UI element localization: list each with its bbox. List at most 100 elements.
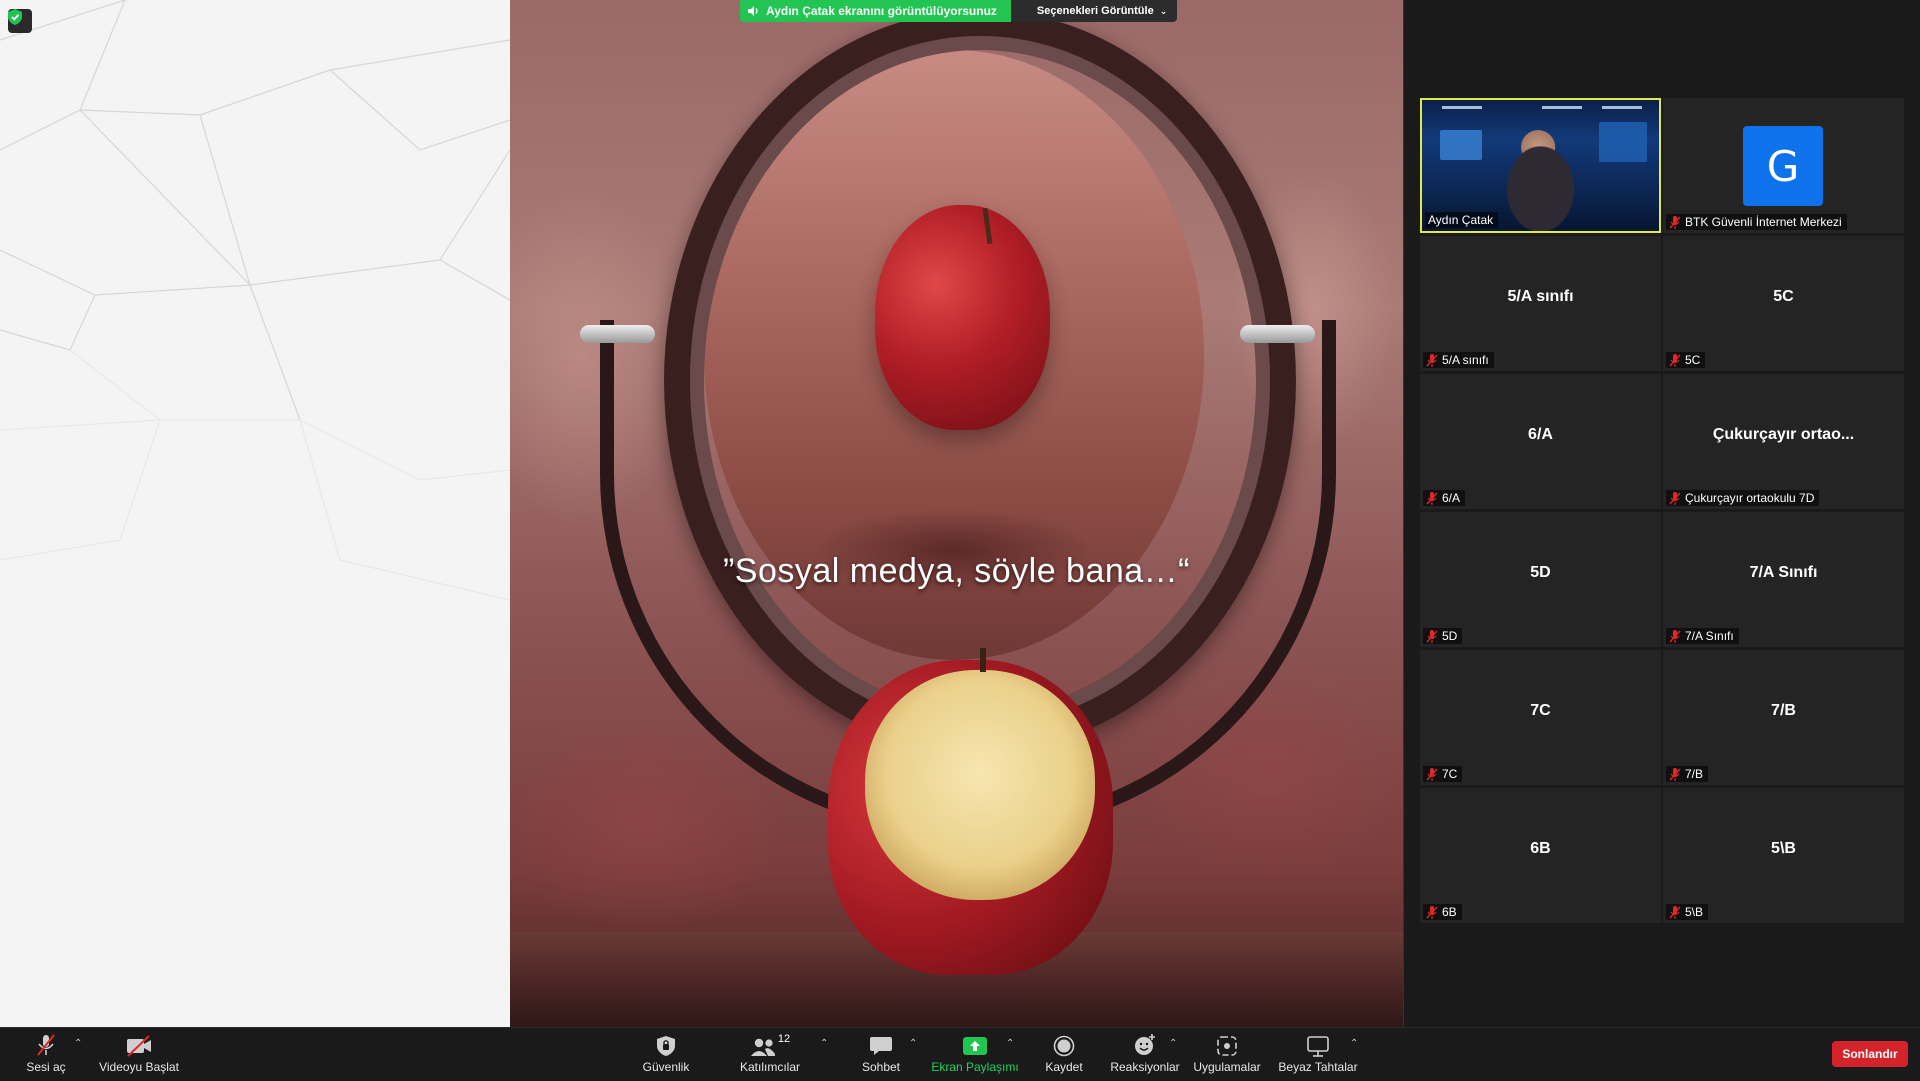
participant-nameplate: 5\B: [1666, 904, 1709, 920]
mic-muted-icon: [1669, 905, 1681, 919]
participant-name: Çukurçayır ortaokulu 7D: [1685, 491, 1815, 505]
encryption-shield-icon[interactable]: [8, 9, 32, 33]
meeting-toolbar: Sesi aç ⌃ Videoyu Başlat Güvenlik 12 Kat…: [0, 1027, 1920, 1081]
share-status: Aydın Çatak ekranını görüntülüyorsunuz: [740, 0, 1011, 22]
shield-icon: [657, 1036, 675, 1056]
mic-muted-icon: [1426, 353, 1438, 367]
participant-nameplate: 5C: [1666, 352, 1706, 368]
participant-name: 5/A sınıfı: [1442, 353, 1489, 367]
record-icon: [1053, 1035, 1075, 1057]
mirror-stand-arm-left: [580, 325, 655, 343]
participant-name: 5D: [1442, 629, 1458, 643]
participants-button[interactable]: 12 Katılımcılar: [724, 1033, 816, 1074]
participant-nameplate: 7/B: [1666, 766, 1709, 782]
shared-screen-view: ”Sosyal medya, söyle bana…“: [510, 0, 1403, 1027]
share-options-caret[interactable]: ⌃: [1006, 1038, 1014, 1049]
mic-muted-icon: [1669, 767, 1681, 781]
end-meeting-button[interactable]: Sonlandır: [1832, 1041, 1908, 1067]
participant-tile[interactable]: 7C 7C: [1420, 650, 1661, 785]
participant-tile[interactable]: 5C 5C: [1663, 236, 1904, 371]
mirror-stand-arm-right: [1240, 325, 1315, 343]
participant-name: 6B: [1442, 905, 1457, 919]
participant-tile[interactable]: 5D 5D: [1420, 512, 1661, 647]
participant-name: 5C: [1685, 353, 1701, 367]
participant-tile[interactable]: Çukurçayır ortao... Çukurçayır ortaokulu…: [1663, 374, 1904, 509]
record-button[interactable]: Kaydet: [1018, 1033, 1110, 1074]
apple-bite-flesh: [865, 670, 1095, 900]
chevron-down-icon: ⌄: [1159, 5, 1168, 16]
mic-muted-icon: [1669, 491, 1681, 505]
mic-muted-icon: [1426, 767, 1438, 781]
whiteboards-label: Beyaz Tahtalar: [1278, 1060, 1358, 1074]
chat-label: Sohbet: [861, 1060, 901, 1074]
participant-tile[interactable]: 7/A Sınıfı 7/A Sınıfı: [1663, 512, 1904, 647]
participant-name: Aydın Çatak: [1428, 213, 1494, 227]
decorative-lines: [0, 0, 510, 601]
view-options-button[interactable]: Seçenekleri Görüntüle ⌄: [1010, 0, 1178, 22]
participants-options-caret[interactable]: ⌃: [820, 1038, 828, 1049]
participant-name: 7/B: [1685, 767, 1704, 781]
participant-nameplate: 5/A sınıfı: [1423, 352, 1494, 368]
unmute-label: Sesi aç: [26, 1060, 66, 1074]
slide-quote: ”Sosyal medya, söyle bana…“: [722, 552, 1191, 590]
participant-display-name: 6/A: [1528, 426, 1553, 443]
participant-nameplate: BTK Güvenli İnternet Merkezi: [1666, 214, 1847, 230]
speaker-icon: [748, 6, 758, 16]
mic-muted-icon: [1669, 215, 1681, 229]
participant-display-name: 7/B: [1771, 702, 1796, 719]
participant-tile[interactable]: G BTK Güvenli İnternet Merkezi: [1663, 98, 1904, 233]
security-button[interactable]: Güvenlik: [620, 1033, 712, 1074]
share-screen-icon: [963, 1037, 987, 1055]
mic-muted-icon: [1669, 629, 1681, 643]
apple-reflection-image: [875, 205, 1050, 430]
participant-nameplate: Çukurçayır ortaokulu 7D: [1666, 490, 1820, 506]
security-label: Güvenlik: [642, 1060, 690, 1074]
participant-nameplate: 6/A: [1423, 490, 1466, 506]
participant-nameplate: 7C: [1423, 766, 1463, 782]
participants-icon: [750, 1038, 775, 1056]
participant-tile[interactable]: 5\B 5\B: [1663, 788, 1904, 923]
participant-name: 7C: [1442, 767, 1458, 781]
view-options-label: Seçenekleri Görüntüle: [1036, 5, 1154, 17]
audio-options-caret[interactable]: ⌃: [74, 1038, 82, 1049]
apps-icon: [1217, 1036, 1237, 1056]
reactions-icon: [1135, 1034, 1155, 1055]
mic-muted-icon: [1426, 629, 1438, 643]
participant-name: 6/A: [1442, 491, 1461, 505]
participant-tile[interactable]: Aydın Çatak: [1420, 98, 1661, 233]
participant-avatar: G: [1743, 126, 1823, 206]
reactions-label: Reaksiyonlar: [1110, 1060, 1180, 1074]
participants-label: Katılımcılar: [739, 1060, 800, 1074]
mic-muted-icon: [1426, 491, 1438, 505]
participant-display-name: 5D: [1530, 564, 1551, 581]
start-video-button[interactable]: Videoyu Başlat: [93, 1033, 185, 1074]
share-status-text: Aydın Çatak ekranını görüntülüyorsunuz: [766, 4, 997, 18]
apps-button[interactable]: Uygulamalar: [1181, 1033, 1273, 1074]
participant-tile[interactable]: 6B 6B: [1420, 788, 1661, 923]
participant-name: BTK Güvenli İnternet Merkezi: [1685, 215, 1842, 229]
participant-name: 5\B: [1685, 905, 1704, 919]
participant-display-name: 7/A Sınıfı: [1749, 564, 1818, 581]
record-label: Kaydet: [1045, 1060, 1083, 1074]
mic-muted-icon: [37, 1034, 55, 1056]
chat-options-caret[interactable]: ⌃: [909, 1038, 917, 1049]
participant-display-name: Çukurçayır ortao...: [1712, 426, 1855, 443]
participant-display-name: 6B: [1530, 840, 1551, 857]
participant-tile[interactable]: 5/A sınıfı 5/A sınıfı: [1420, 236, 1661, 371]
whiteboards-options-caret[interactable]: ⌃: [1350, 1038, 1358, 1049]
participants-count: 12: [777, 1033, 791, 1045]
participant-tile[interactable]: 7/B 7/B: [1663, 650, 1904, 785]
participant-tile[interactable]: 6/A 6/A: [1420, 374, 1661, 509]
participant-display-name: 5\B: [1771, 840, 1796, 857]
screen-share-banner: Aydın Çatak ekranını görüntülüyorsunuz S…: [740, 0, 1178, 22]
participant-nameplate: 6B: [1423, 904, 1462, 920]
participant-name: 7/A Sınıfı: [1685, 629, 1734, 643]
video-off-icon: [127, 1035, 151, 1057]
participant-nameplate: 5D: [1423, 628, 1463, 644]
reactions-options-caret[interactable]: ⌃: [1169, 1038, 1177, 1049]
participant-display-name: 5C: [1773, 288, 1794, 305]
participant-nameplate: 7/A Sınıfı: [1666, 628, 1739, 644]
whiteboard-icon: [1307, 1036, 1329, 1057]
participant-gallery: Aydın Çatak G BTK Güvenli İnternet Merke…: [1403, 0, 1920, 1027]
participant-display-name: 5/A sınıfı: [1507, 288, 1574, 305]
